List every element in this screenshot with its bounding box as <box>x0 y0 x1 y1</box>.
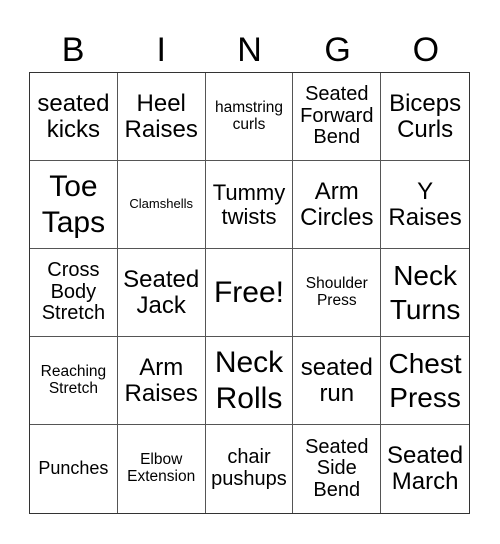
bingo-cell-text: Seated Jack <box>123 265 200 319</box>
bingo-cell[interactable]: Free! <box>205 249 294 337</box>
bingo-cell-text: Seated Forward Bend <box>300 83 374 149</box>
bingo-cell[interactable]: Toe Taps <box>30 161 118 249</box>
bingo-cell[interactable]: seated kicks <box>30 73 118 161</box>
bingo-cell[interactable]: Seated Jack <box>117 249 206 337</box>
bingo-grid: seated kicks Heel Raises hamstring curls Se… <box>29 72 470 514</box>
header-letter-g: G <box>324 31 351 69</box>
bingo-cell[interactable]: Clamshells <box>117 161 206 249</box>
bingo-cell-text: Neck Turns <box>389 259 461 325</box>
header-letter-n: N <box>237 31 262 69</box>
bingo-header: B I N G O <box>29 28 470 72</box>
bingo-cell-text: Tummy twists <box>212 179 286 229</box>
bingo-cell-text: seated kicks <box>37 89 110 143</box>
bingo-cell[interactable]: Seated Forward Bend <box>293 73 382 161</box>
bingo-cell[interactable]: Biceps Curls <box>381 73 469 161</box>
header-letter-i: I <box>156 31 166 69</box>
bingo-cell-text: Heel Raises <box>124 89 198 143</box>
bingo-cell-text: Cross Body Stretch <box>41 259 106 325</box>
bingo-cell-text: Neck Rolls <box>214 345 284 415</box>
bingo-cell[interactable]: Arm Circles <box>293 161 382 249</box>
bingo-cell[interactable]: Neck Turns <box>381 249 469 337</box>
bingo-cell[interactable]: Punches <box>30 425 118 513</box>
bingo-cell-text: chair pushups <box>211 446 287 490</box>
bingo-cell[interactable]: Cross Body Stretch <box>30 249 118 337</box>
bingo-cell-text: Punches <box>38 458 109 479</box>
bingo-cell-text: Clamshells <box>129 196 193 212</box>
bingo-cell-text: Arm Circles <box>300 177 374 231</box>
bingo-cell[interactable]: Reaching Stretch <box>30 337 118 425</box>
bingo-cell[interactable]: seated run <box>293 337 382 425</box>
bingo-cell[interactable]: Chest Press <box>381 337 469 425</box>
bingo-cell-text: Free! <box>213 275 284 309</box>
bingo-cell[interactable]: Y Raises <box>381 161 469 249</box>
bingo-cell[interactable]: Elbow Extension <box>118 425 206 513</box>
bingo-cell-text: Biceps Curls <box>389 89 462 143</box>
bingo-cell-text: Toe Taps <box>41 169 106 239</box>
bingo-cell-text: Chest Press <box>388 347 462 413</box>
bingo-cell[interactable]: Neck Rolls <box>205 337 294 425</box>
bingo-cell-text: Reaching Stretch <box>40 362 107 397</box>
bingo-cell-text: Y Raises <box>388 177 462 231</box>
bingo-cell[interactable]: Tummy twists <box>205 161 294 249</box>
bingo-cell-text: Shoulder Press <box>305 274 368 309</box>
bingo-cell[interactable]: Arm Raises <box>117 337 206 425</box>
bingo-cell-text: Seated March <box>387 442 464 495</box>
bingo-cell[interactable]: chair pushups <box>206 425 294 513</box>
bingo-cell-text: hamstring curls <box>214 98 284 133</box>
bingo-cell[interactable]: hamstring curls <box>205 73 294 161</box>
bingo-cell[interactable]: Seated March <box>381 425 469 513</box>
bingo-cell-text: Seated Side Bend <box>305 435 369 501</box>
bingo-cell[interactable]: Shoulder Press <box>293 249 382 337</box>
header-letter-o: O <box>412 31 440 69</box>
bingo-cell-text: seated run <box>300 353 373 407</box>
header-letter-b: B <box>61 31 85 69</box>
bingo-cell[interactable]: Heel Raises <box>117 73 206 161</box>
bingo-cell-text: Arm Raises <box>124 353 198 407</box>
bingo-cell[interactable]: Seated Side Bend <box>293 425 382 513</box>
bingo-cell-text: Elbow Extension <box>127 451 196 485</box>
